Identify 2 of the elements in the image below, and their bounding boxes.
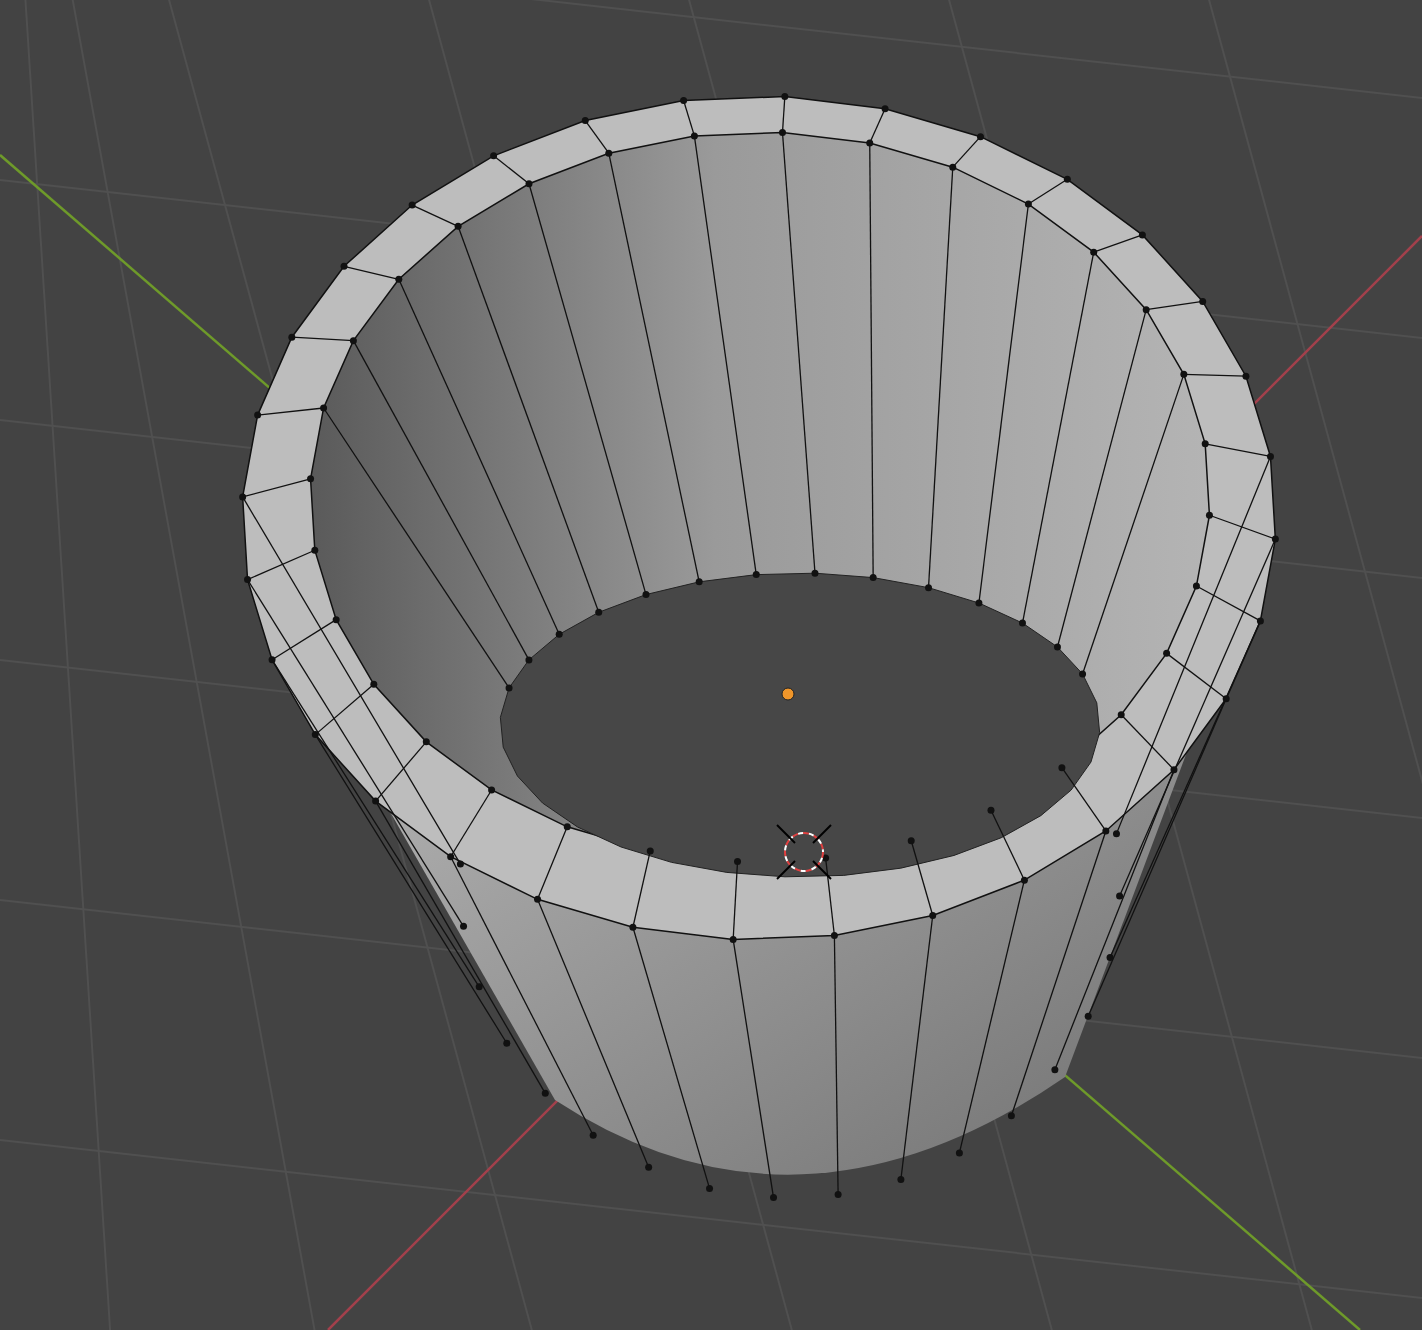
origin-dot xyxy=(781,687,795,701)
3d-cursor-icon xyxy=(776,824,832,880)
